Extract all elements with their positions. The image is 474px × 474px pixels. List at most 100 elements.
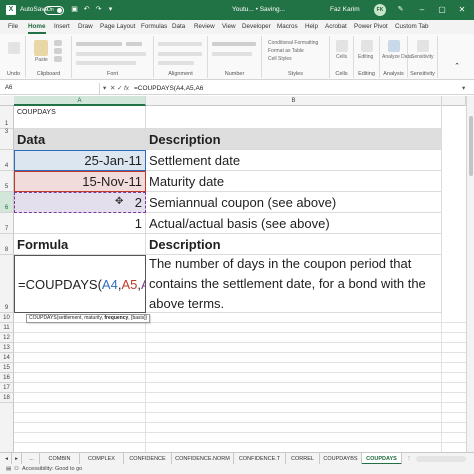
vertical-align-buttons[interactable] (158, 42, 202, 46)
cell-a6[interactable]: 2 (14, 192, 146, 213)
row-header-16[interactable]: 16 (0, 373, 14, 383)
copy-icon[interactable] (54, 48, 62, 54)
tab-draw[interactable]: Draw (78, 20, 93, 34)
number-format-box[interactable] (212, 42, 256, 46)
cell-b7[interactable]: Actual/actual basis (see above) (146, 213, 442, 234)
row-header-17[interactable]: 17 (0, 383, 14, 393)
minimize-icon[interactable]: – (412, 0, 432, 20)
column-header-a[interactable]: A (14, 96, 146, 106)
tab-data[interactable]: Data (172, 20, 185, 34)
vertical-scroll-thumb[interactable] (469, 116, 473, 176)
save-icon[interactable]: ▣ (70, 5, 79, 14)
row-header-14[interactable]: 14 (0, 353, 14, 363)
cell-b9[interactable]: The number of days in the coupon period … (146, 255, 442, 313)
font-color-buttons[interactable] (76, 61, 136, 65)
tab-page-layout[interactable]: Page Layout (100, 20, 135, 34)
tab-acrobat[interactable]: Acrobat (325, 20, 347, 34)
tab-power-pivot[interactable]: Power Pivot (354, 20, 388, 34)
tab-formulas[interactable]: Formulas (141, 20, 167, 34)
tab-view[interactable]: View (222, 20, 236, 34)
cell-a4[interactable]: 25-Jan-11 (14, 150, 146, 171)
number-format-buttons[interactable] (212, 52, 252, 56)
cell-a9[interactable]: =COUPDAYS(A4,A5,A6 (14, 255, 146, 313)
customize-qat-icon[interactable]: ▾ (106, 5, 115, 14)
formula-input[interactable]: =COUPDAYS(A4,A5,A6 (134, 82, 203, 95)
editing-icon[interactable] (361, 40, 373, 52)
cell-a1[interactable]: COUPDAYS (14, 106, 146, 129)
undo-icon[interactable]: ↶ (82, 5, 91, 14)
maximize-icon[interactable]: ▢ (432, 0, 452, 20)
tab-developer[interactable]: Developer (242, 20, 271, 34)
name-box[interactable]: A6 (2, 83, 100, 94)
format-as-table-button[interactable]: Format as Table (268, 48, 304, 54)
row-header-15[interactable]: 15 (0, 363, 14, 373)
paste-icon[interactable] (34, 40, 48, 56)
row-header-4[interactable]: 4 (0, 150, 14, 171)
cell-b4[interactable]: Settlement date (146, 150, 442, 171)
cancel-icon[interactable]: ✕ (110, 82, 115, 95)
cell-a5[interactable]: 15-Nov-11 (14, 171, 146, 192)
close-icon[interactable]: ✕ (452, 0, 472, 20)
tab-review[interactable]: Review (194, 20, 215, 34)
format-painter-icon[interactable] (54, 56, 62, 62)
cell-b6[interactable]: Semiannual coupon (see above) (146, 192, 442, 213)
horizontal-align-buttons[interactable] (158, 52, 202, 56)
row-header-1[interactable]: 1 (0, 106, 14, 129)
cell-styles-button[interactable]: Cell Styles (268, 56, 292, 62)
insert-function-icon[interactable]: fx (124, 82, 129, 95)
conditional-formatting-button[interactable]: Conditional Formatting (268, 40, 318, 46)
formula-ref-a4: A4 (101, 276, 118, 292)
pen-icon[interactable]: ✎ (396, 5, 405, 14)
analyze-data-icon[interactable] (388, 40, 400, 52)
accessibility-status[interactable]: Accessibility: Good to go (22, 464, 82, 474)
row-header-7[interactable]: 7 (0, 213, 14, 234)
row-header-5[interactable]: 5 (0, 171, 14, 192)
cut-icon[interactable] (54, 40, 62, 46)
tab-file[interactable]: File (8, 20, 18, 34)
expand-formula-bar-icon[interactable]: ▾ (462, 82, 465, 95)
font-size-box[interactable] (126, 42, 142, 46)
cells-icon[interactable] (336, 40, 348, 52)
row-header-18[interactable]: 18 (0, 393, 14, 403)
row-header-12[interactable]: 12 (0, 333, 14, 343)
row-header-9[interactable]: 9 (0, 255, 14, 313)
cell-b1[interactable] (146, 106, 442, 129)
accessibility-icon[interactable]: ⚇ (14, 464, 19, 474)
redo-icon[interactable]: ↷ (94, 5, 103, 14)
row-header-10[interactable]: 10 (0, 313, 14, 323)
formula-bar: A6 ▾ ✕ ✓ fx =COUPDAYS(A4,A5,A6 ▾ (0, 82, 474, 95)
undo-button-icon[interactable] (8, 42, 20, 54)
column-header-c[interactable] (442, 96, 466, 106)
font-format-buttons[interactable] (76, 52, 146, 56)
tab-help[interactable]: Help (305, 20, 318, 34)
row-header-6[interactable]: 6 (0, 192, 14, 213)
sensitivity-group: Sensitivity Sensitivity (408, 36, 438, 78)
cell-b3[interactable]: Description (146, 129, 442, 150)
tooltip-post: , [basis]) (128, 315, 148, 321)
cell-a7[interactable]: 1 (14, 213, 146, 234)
enter-icon[interactable]: ✓ (117, 82, 122, 95)
cell-b8[interactable]: Description (146, 234, 442, 255)
collapse-ribbon-icon[interactable]: ⌃ (452, 62, 462, 72)
row-header-13[interactable]: 13 (0, 343, 14, 353)
cell-a8[interactable]: Formula (14, 234, 146, 255)
avatar[interactable]: FK (374, 4, 386, 16)
tab-home[interactable]: Home (28, 20, 46, 34)
name-box-dropdown-icon[interactable]: ▾ (103, 82, 106, 95)
number-group-label: Number (224, 71, 245, 77)
tab-custom[interactable]: Custom Tab (395, 20, 428, 34)
font-name-box[interactable] (76, 42, 122, 46)
row-header-3[interactable]: 3 (0, 129, 14, 150)
indent-buttons[interactable] (158, 61, 194, 65)
row-header-11[interactable]: 11 (0, 323, 14, 333)
tab-macros[interactable]: Macros (277, 20, 298, 34)
column-header-b[interactable]: B (146, 96, 442, 106)
horizontal-scrollbar[interactable] (416, 456, 466, 462)
vertical-scrollbar[interactable] (466, 96, 474, 452)
row-header-8[interactable]: 8 (0, 234, 14, 255)
cell-b5[interactable]: Maturity date (146, 171, 442, 192)
autosave-toggle[interactable]: On (44, 6, 64, 15)
sensitivity-icon[interactable] (417, 40, 429, 52)
tab-insert[interactable]: Insert (54, 20, 70, 34)
cell-a3[interactable]: Data (14, 129, 146, 150)
